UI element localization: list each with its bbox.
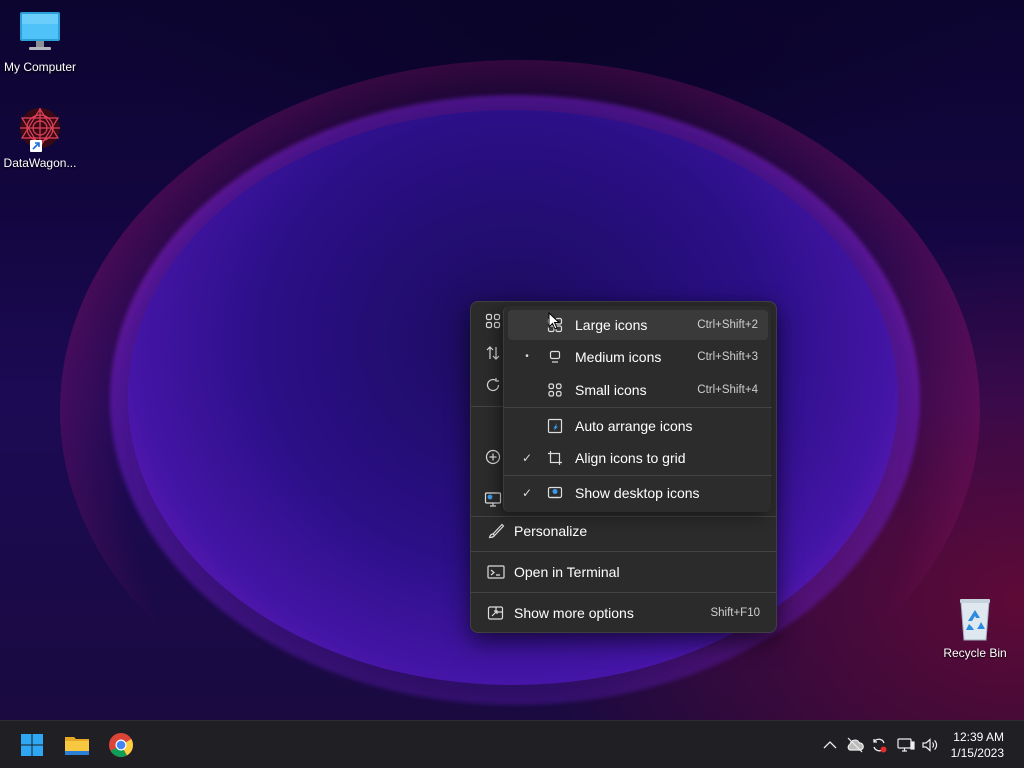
monitor-icon bbox=[16, 10, 64, 56]
file-explorer-icon bbox=[65, 737, 89, 755]
menu-item-label: Open in Terminal bbox=[514, 564, 620, 580]
chevron-up-icon[interactable] bbox=[820, 735, 840, 755]
new-icon[interactable] bbox=[484, 449, 502, 467]
submenu-item-label: Align icons to grid bbox=[575, 450, 686, 466]
chrome-icon bbox=[109, 733, 133, 758]
medium-icons-icon bbox=[547, 349, 563, 365]
view-submenu: Large icons Ctrl+Shift+2 • Medium icons … bbox=[503, 306, 772, 512]
brush-icon bbox=[487, 523, 505, 539]
rail-separator bbox=[471, 406, 503, 407]
checkmark-icon: ✓ bbox=[521, 451, 533, 465]
desktop-icon-label: DataWagon... bbox=[3, 156, 77, 170]
datawagon-logo-icon bbox=[16, 106, 64, 152]
small-icons-icon bbox=[547, 382, 563, 398]
checkmark-icon: ✓ bbox=[521, 486, 533, 500]
menu-item-open-in-terminal[interactable]: Open in Terminal bbox=[475, 555, 772, 589]
submenu-item-shortcut: Ctrl+Shift+2 bbox=[697, 319, 758, 331]
submenu-item-show-desktop-icons[interactable]: ✓ Show desktop icons bbox=[508, 478, 768, 508]
recycle-bin-icon bbox=[951, 596, 999, 642]
clock-time: 12:39 AM bbox=[953, 730, 1004, 744]
desktop-icon-label: Recycle Bin bbox=[943, 646, 1007, 660]
chrome-button[interactable] bbox=[103, 727, 139, 763]
volume-icon[interactable] bbox=[920, 735, 940, 755]
auto-arrange-icon bbox=[547, 418, 563, 434]
submenu-separator bbox=[504, 407, 772, 408]
submenu-item-medium-icons[interactable]: • Medium icons Ctrl+Shift+3 bbox=[508, 342, 768, 372]
submenu-item-label: Small icons bbox=[575, 382, 647, 398]
cloud-offline-icon[interactable] bbox=[845, 735, 865, 755]
selected-dot-icon: • bbox=[525, 351, 529, 362]
menu-item-label: Show more options bbox=[514, 605, 634, 621]
start-icon bbox=[21, 734, 43, 756]
desktop-icon-recycle-bin[interactable]: Recycle Bin bbox=[935, 596, 1015, 660]
menu-item-label: Personalize bbox=[514, 523, 588, 539]
start-button[interactable] bbox=[14, 727, 50, 763]
terminal-icon bbox=[487, 564, 505, 580]
sync-icon[interactable] bbox=[869, 735, 889, 755]
submenu-item-auto-arrange[interactable]: Auto arrange icons bbox=[508, 411, 768, 441]
submenu-item-mark bbox=[520, 411, 534, 441]
file-explorer-button[interactable] bbox=[59, 727, 95, 763]
menu-separator bbox=[471, 592, 776, 593]
submenu-item-large-icons[interactable]: Large icons Ctrl+Shift+2 bbox=[508, 310, 768, 340]
submenu-item-label: Show desktop icons bbox=[575, 485, 700, 501]
taskbar-clock[interactable]: 12:39 AM 1/15/2023 bbox=[951, 729, 1004, 761]
menu-item-shortcut: Shift+F10 bbox=[710, 607, 760, 619]
submenu-item-label: Large icons bbox=[575, 317, 648, 333]
desktop-icon-my-computer[interactable]: My Computer bbox=[0, 10, 80, 74]
show-more-options-icon bbox=[487, 605, 505, 621]
menu-item-show-more-options[interactable]: Show more options Shift+F10 bbox=[475, 596, 772, 630]
taskbar: 12:39 AM 1/15/2023 bbox=[0, 720, 1024, 768]
refresh-icon[interactable] bbox=[484, 377, 502, 395]
display-settings-icon[interactable] bbox=[484, 490, 502, 508]
submenu-item-label: Auto arrange icons bbox=[575, 418, 693, 434]
network-icon[interactable] bbox=[896, 735, 916, 755]
menu-separator bbox=[471, 551, 776, 552]
submenu-item-shortcut: Ctrl+Shift+4 bbox=[697, 384, 758, 396]
submenu-item-mark bbox=[520, 375, 534, 405]
align-grid-icon bbox=[547, 450, 563, 466]
submenu-item-mark bbox=[520, 310, 534, 340]
submenu-separator bbox=[504, 475, 772, 476]
clock-date: 1/15/2023 bbox=[950, 746, 1004, 760]
view-icon[interactable] bbox=[484, 313, 502, 331]
submenu-item-shortcut: Ctrl+Shift+3 bbox=[697, 351, 758, 363]
show-desktop-icon bbox=[547, 485, 563, 501]
desktop-icon-label: My Computer bbox=[3, 60, 77, 74]
desktop-icon-datawagon[interactable]: DataWagon... bbox=[0, 106, 80, 170]
submenu-item-align-to-grid[interactable]: ✓ Align icons to grid bbox=[508, 443, 768, 473]
sort-by-icon[interactable] bbox=[484, 345, 502, 363]
submenu-item-label: Medium icons bbox=[575, 349, 662, 365]
menu-item-personalize[interactable]: Personalize bbox=[475, 514, 772, 548]
mouse-cursor-icon bbox=[548, 312, 560, 330]
submenu-item-small-icons[interactable]: Small icons Ctrl+Shift+4 bbox=[508, 375, 768, 405]
